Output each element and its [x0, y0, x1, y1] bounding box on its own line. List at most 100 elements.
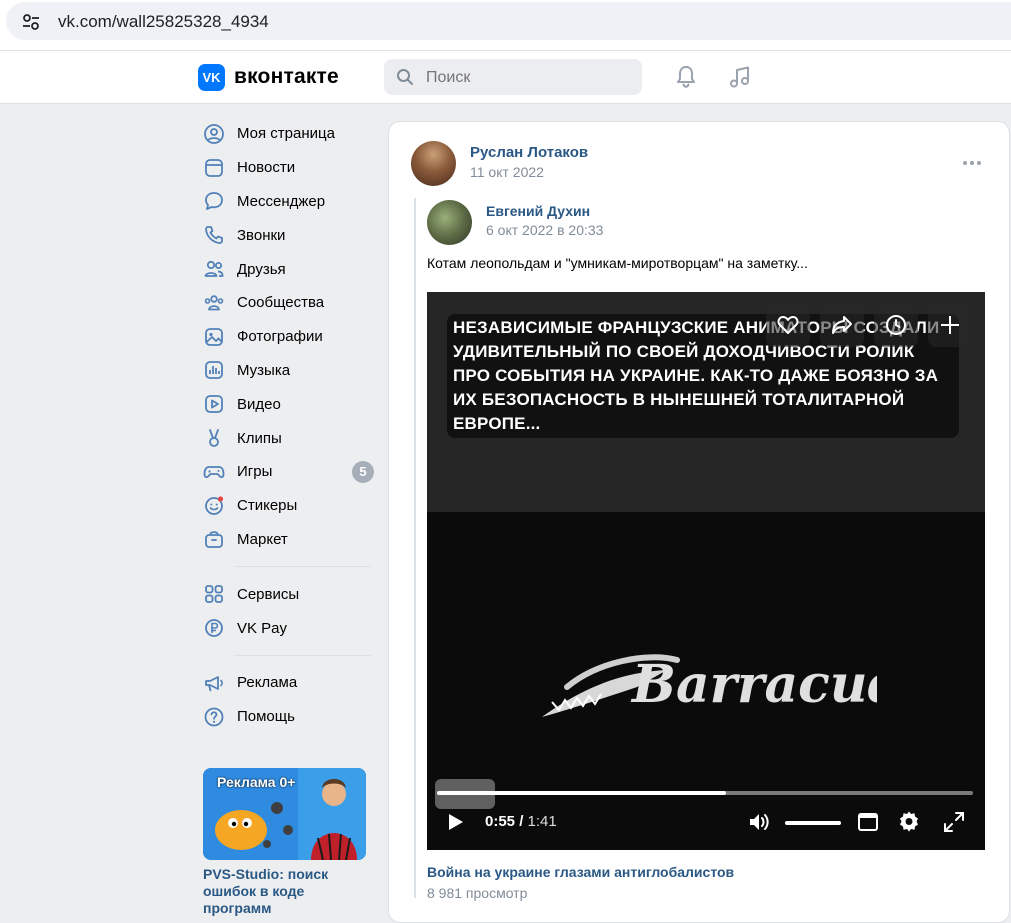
clips-icon: [209, 429, 219, 447]
search-box[interactable]: [384, 59, 642, 95]
video-title[interactable]: Война на украине глазами антиглобалистов: [427, 864, 734, 880]
sidebar-item-calls[interactable]: Звонки: [200, 218, 375, 252]
help-icon: [204, 707, 224, 727]
watch-later-button[interactable]: [874, 303, 918, 347]
sidebar-item-ads[interactable]: Реклама: [200, 666, 375, 700]
more-options-icon[interactable]: [962, 160, 982, 166]
url-text[interactable]: vk.com/wall25825328_4934: [58, 12, 269, 32]
search-icon: [397, 69, 413, 85]
clock-icon: [886, 315, 906, 335]
avatar[interactable]: [411, 141, 456, 186]
games-count-badge: 5: [352, 460, 374, 483]
sidebar-item-label: Помощь: [237, 708, 295, 726]
sidebar-item-label: Стикеры: [237, 497, 298, 515]
gamepad-icon: [203, 465, 225, 478]
play-icon[interactable]: [443, 810, 467, 834]
sidebar-item-label: Фотографии: [237, 328, 323, 346]
plus-icon: [941, 316, 959, 334]
market-bag-icon: [205, 531, 223, 549]
video-icon: [205, 395, 223, 414]
post-author[interactable]: Руслан Лотаков: [470, 144, 588, 161]
search-input[interactable]: [424, 68, 628, 88]
barracudas-logo-text: Barracudas: [630, 654, 877, 715]
address-field[interactable]: vk.com/wall25825328_4934: [6, 2, 1011, 40]
repost-divider: [414, 198, 416, 898]
sidebar-item-label: Музыка: [237, 361, 291, 379]
sidebar-item-music[interactable]: Музыка: [200, 354, 375, 388]
sidebar-item-label: Клипы: [237, 429, 282, 447]
sidebar-item-label: VK Pay: [237, 619, 288, 637]
add-video-button[interactable]: [928, 303, 972, 347]
fullscreen-icon[interactable]: [942, 810, 966, 834]
photo-icon: [205, 327, 223, 346]
friends-icon: [204, 260, 224, 277]
sidebar-item-stickers[interactable]: Стикеры: [200, 489, 375, 523]
sidebar-item-clips[interactable]: Клипы: [200, 421, 375, 455]
share-icon: [832, 316, 852, 334]
post-text: Котам леопольдам и "умникам-миротворцам"…: [427, 255, 808, 271]
bell-icon[interactable]: [673, 64, 699, 90]
services-grid-icon: [205, 585, 223, 604]
share-video-button[interactable]: [820, 303, 864, 347]
ad-age-badge: Реклама 0+: [217, 774, 296, 790]
sidebar-item-services[interactable]: Сервисы: [200, 577, 375, 611]
barracudas-logo: Barracudas: [542, 654, 877, 717]
mini-player-icon[interactable]: [856, 810, 880, 834]
like-video-button[interactable]: [766, 303, 810, 347]
sidebar-item-label: Друзья: [237, 260, 286, 278]
newsfeed-icon: [205, 158, 223, 177]
heart-icon: [777, 316, 799, 334]
sidebar-divider: [234, 654, 371, 656]
ad-title[interactable]: PVS-Studio: поиск ошибок в коде программ: [203, 866, 363, 917]
logo-text[interactable]: вконтакте: [234, 65, 339, 89]
sidebar-item-label: Звонки: [237, 226, 286, 244]
duration: 1:41: [527, 813, 557, 830]
sidebar-item-label: Моя страница: [237, 125, 335, 143]
sidebar-item-label: Игры: [237, 463, 273, 481]
video-player[interactable]: НЕЗАВИСИМЫЕ ФРАНЦУЗСКИЕ АНИМАТОРЫ СОЗДАЛ…: [427, 292, 985, 850]
post-date[interactable]: 11 окт 2022: [470, 164, 544, 180]
sidebar-item-news[interactable]: Новости: [200, 151, 375, 185]
communities-icon: [204, 295, 224, 311]
settings-gear-icon[interactable]: [897, 810, 921, 834]
tune-icon[interactable]: [20, 11, 42, 33]
sidebar-item-vkpay[interactable]: VK Pay: [200, 611, 375, 645]
sidebar-divider: [234, 566, 371, 568]
sidebar-item-label: Сообщества: [237, 294, 325, 312]
vkpay-icon: [205, 619, 223, 637]
repost-avatar[interactable]: [427, 200, 472, 245]
ad-banner[interactable]: Реклама 0+: [203, 768, 366, 860]
repost-date[interactable]: 6 окт 2022 в 20:33: [486, 222, 603, 238]
video-time: 0:55 / 1:41: [485, 813, 557, 830]
current-time: 0:55: [485, 813, 516, 830]
sidebar-item-my-page[interactable]: Моя страница: [200, 117, 375, 151]
seek-bar[interactable]: [437, 791, 973, 795]
volume-slider[interactable]: [785, 821, 841, 825]
user-circle-icon: [204, 123, 224, 144]
sidebar-item-games[interactable]: Игры 5: [200, 455, 375, 489]
left-sidebar: Моя страница Новости Мессенджер Звонки Д…: [200, 117, 375, 734]
video-views: 8 981 просмотр: [427, 885, 528, 901]
sidebar-item-friends[interactable]: Друзья: [200, 252, 375, 286]
site-header: VK вконтакте: [0, 51, 1011, 104]
music-icon: [205, 361, 223, 380]
sidebar-item-label: Мессенджер: [237, 192, 326, 210]
sidebar-item-communities[interactable]: Сообщества: [200, 286, 375, 320]
sidebar-item-messenger[interactable]: Мессенджер: [200, 185, 375, 219]
message-icon: [205, 192, 223, 211]
sidebar-item-label: Реклама: [237, 674, 298, 692]
sticker-icon: [205, 496, 224, 515]
sidebar-item-video[interactable]: Видео: [200, 387, 375, 421]
sidebar-item-label: Маркет: [237, 530, 288, 548]
sidebar-item-help[interactable]: Помощь: [200, 700, 375, 734]
seek-bar-progress: [437, 791, 727, 795]
sidebar-item-photos[interactable]: Фотографии: [200, 320, 375, 354]
sidebar-item-label: Видео: [237, 395, 281, 413]
vk-logo-icon[interactable]: VK: [198, 64, 225, 91]
sidebar-item-market[interactable]: Маркет: [200, 523, 375, 557]
volume-icon[interactable]: [747, 810, 771, 834]
megaphone-icon: [205, 675, 223, 692]
repost-author[interactable]: Евгений Духин: [486, 203, 590, 219]
music-icon[interactable]: [727, 64, 753, 90]
sidebar-item-label: Новости: [237, 159, 296, 177]
